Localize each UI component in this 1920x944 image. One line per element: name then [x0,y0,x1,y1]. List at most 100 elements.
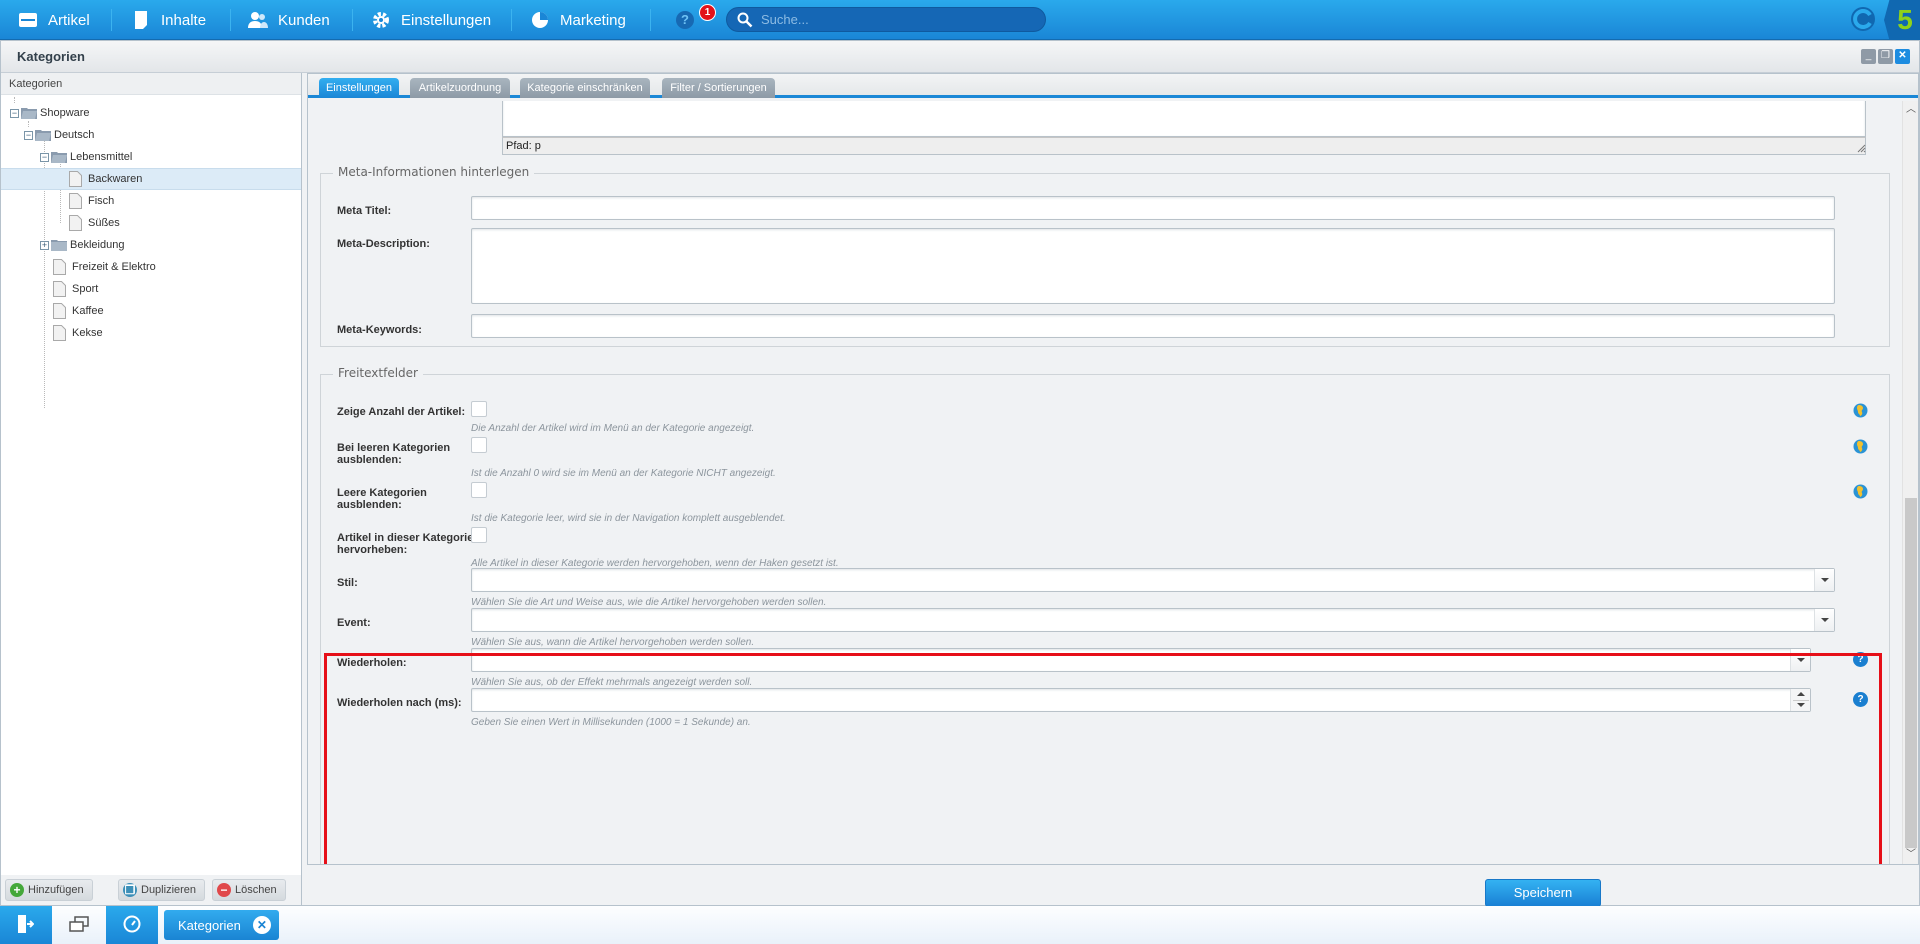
spinner[interactable] [1790,689,1810,711]
tab-artikelzuordnung[interactable]: Artikelzuordnung [410,78,510,98]
speedometer-icon [123,915,141,936]
meta-legend: Meta-Informationen hinterlegen [333,165,535,179]
tree-node-fisch[interactable]: Fisch [1,190,301,212]
highlight-articles-checkbox[interactable] [471,527,487,543]
collapse-icon[interactable]: − [10,108,19,118]
dropdown-arrow-icon[interactable] [1790,649,1810,671]
search-icon [737,12,753,28]
close-window-button[interactable]: ✕ [1895,49,1910,64]
settings-form: Pfad: p Meta-Informationen hinterlegen M… [308,101,1902,864]
restore-button[interactable]: ❐ [1878,49,1893,64]
dropdown-arrow-icon[interactable] [1814,569,1834,591]
hide-empty-nav-checkbox[interactable] [471,482,487,498]
collapse-icon[interactable]: − [40,152,49,162]
repeat-select[interactable] [471,648,1811,672]
tree-node-bekleidung[interactable]: + Bekleidung [1,234,301,256]
repeat-after-number-input[interactable] [471,688,1811,712]
menu-artikel[interactable]: Artikel [18,0,90,40]
style-label: Stil: [337,577,358,589]
menu-inhalte[interactable]: Inhalte [131,0,206,40]
dashboard-button[interactable] [106,906,158,944]
tree-node-kaffee[interactable]: Kaffee [1,300,301,322]
window-header: Kategorien [1,41,1919,73]
tab-filter-sortierungen[interactable]: Filter / Sortierungen [662,78,775,98]
menu-einstellungen[interactable]: Einstellungen [371,0,491,40]
spinner-up-icon[interactable] [1797,692,1805,696]
freetext-fieldset: Freitextfelder Zeige Anzahl der Artikel:… [320,366,1890,864]
repeat-help: Wählen Sie aus, ob der Effekt mehrmals a… [471,677,753,688]
tree-node-suesses[interactable]: Süßes [1,212,301,234]
menu-separator [111,9,112,31]
duplicate-category-button[interactable]: ❐ Duplizieren [118,879,206,901]
globe-icon[interactable] [1853,403,1868,418]
globe-icon[interactable] [1853,484,1868,499]
save-button[interactable]: Speichern [1485,879,1601,907]
pie-chart-icon [530,10,550,30]
tab-einstellungen[interactable]: Einstellungen [319,78,399,98]
window-switcher-button[interactable] [53,906,105,944]
help-icon[interactable]: ? [676,11,694,29]
menu-marketing[interactable]: Marketing [530,0,626,40]
category-tree-panel: Kategorien − Shopware − Deutsch − Lebens… [1,73,302,905]
hide-empty-help: Ist die Anzahl 0 wird sie im Menü an der… [471,468,776,479]
tab-bar: Einstellungen Artikelzuordnung Kategorie… [308,74,1918,98]
notification-badge[interactable]: 1 [699,4,716,21]
shopware-logo-icon [1850,6,1876,32]
collapse-icon[interactable]: − [24,130,33,140]
duplicate-icon: ❐ [123,883,137,897]
page-icon [53,281,66,297]
tree-node-kekse[interactable]: Kekse [1,322,301,344]
help-icon[interactable]: ? [1853,652,1868,667]
repeat-after-label: Wiederholen nach (ms): [337,697,462,709]
scroll-up-icon[interactable]: ︿ [1903,103,1919,117]
resize-handle-icon[interactable] [1856,143,1866,153]
add-category-button[interactable]: + Hinzufügen [5,879,93,901]
scroll-down-icon[interactable]: ﹀ [1903,848,1919,862]
tree-node-freizeit-elektro[interactable]: Freizeit & Elektro [1,256,301,278]
scrollbar-thumb[interactable] [1905,498,1917,848]
close-task-icon[interactable]: ✕ [252,916,271,934]
tree-node-backwaren[interactable]: Backwaren [1,168,301,190]
hide-empty-checkbox[interactable] [471,437,487,453]
folder-open-icon [51,151,67,163]
globe-icon[interactable] [1853,439,1868,454]
hide-empty-label: Bei leeren Kategorien ausblenden: [337,442,451,466]
content-editor[interactable] [502,101,1866,137]
windows-icon [69,915,89,935]
minus-icon: − [217,883,231,897]
show-count-help: Die Anzahl der Artikel wird im Menü an d… [471,423,755,434]
meta-description-label: Meta-Description: [337,238,430,250]
tree-header: Kategorien [1,73,301,95]
show-count-label: Zeige Anzahl der Artikel: [337,406,466,418]
show-count-checkbox[interactable] [471,401,487,417]
repeat-label: Wiederholen: [337,657,407,669]
expand-icon[interactable]: + [40,240,49,250]
delete-category-button[interactable]: − Löschen [212,879,286,901]
logout-button[interactable] [0,906,52,944]
menu-kunden[interactable]: Kunden [248,0,330,40]
editor-path-bar: Pfad: p [502,137,1866,155]
dropdown-arrow-icon[interactable] [1814,609,1834,631]
folder-icon [51,239,67,251]
minimize-button[interactable]: _ [1861,49,1876,64]
event-select[interactable] [471,608,1835,632]
tree-node-shopware[interactable]: − Shopware [1,102,301,124]
search-box[interactable] [726,7,1046,32]
style-help: Wählen Sie die Art und Weise aus, wie di… [471,597,827,608]
meta-description-textarea[interactable] [471,228,1835,304]
meta-title-input[interactable] [471,196,1835,220]
main-menu-bar: Artikel Inhalte Kunden Einstellungen Mar… [0,0,1920,40]
spinner-down-icon[interactable] [1797,703,1805,707]
vertical-scrollbar[interactable]: ︿ ﹀ [1902,101,1918,864]
repeat-after-help: Geben Sie einen Wert in Millisekunden (1… [471,717,751,728]
help-icon[interactable]: ? [1853,692,1868,707]
tab-kategorie-einschraenken[interactable]: Kategorie einschränken [520,78,650,98]
tree-node-sport[interactable]: Sport [1,278,301,300]
tree-node-deutsch[interactable]: − Deutsch [1,124,301,146]
tree-node-lebensmittel[interactable]: − Lebensmittel [1,146,301,168]
document-icon [131,10,151,30]
taskbar-task-kategorien[interactable]: Kategorien ✕ [164,910,279,940]
style-select[interactable] [471,568,1835,592]
search-input[interactable] [761,12,1031,27]
meta-keywords-input[interactable] [471,314,1835,338]
